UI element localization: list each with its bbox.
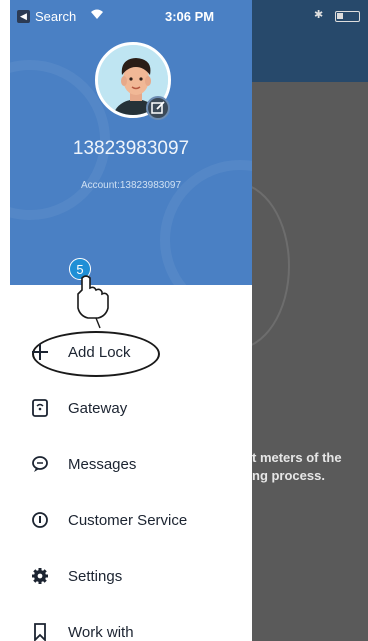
gear-icon xyxy=(30,566,50,586)
chat-bubble-icon xyxy=(30,454,50,474)
back-app-icon[interactable]: ◀ xyxy=(17,10,30,23)
menu-item-customer-service[interactable]: Customer Service xyxy=(30,505,187,535)
menu-item-work-with[interactable]: Work with xyxy=(30,617,134,641)
wifi-icon xyxy=(90,8,104,23)
profile-phone-number: 13823983097 xyxy=(72,138,190,159)
background-instruction-text: t meters of the ng process. xyxy=(252,450,342,483)
edit-icon[interactable] xyxy=(146,96,170,120)
side-drawer: 13823983097 Account:13823983097 5 Add Lo… xyxy=(0,0,252,641)
menu-label-customer-service: Customer Service xyxy=(68,511,188,529)
menu-label-messages: Messages xyxy=(68,455,137,473)
bookmark-icon xyxy=(30,622,50,641)
menu-item-add-lock[interactable]: Add Lock xyxy=(30,337,131,367)
info-icon xyxy=(30,510,50,530)
menu-item-messages[interactable]: Messages xyxy=(30,449,136,479)
profile-account: Account:13823983097 xyxy=(80,180,182,191)
pointing-hand-icon xyxy=(77,275,109,329)
gateway-icon xyxy=(30,398,50,418)
status-bar: ◀ Search 3:06 PM ✱ xyxy=(0,0,368,32)
status-time: 3:06 PM xyxy=(165,9,215,24)
menu-label-work-with: Work with xyxy=(68,623,134,641)
menu-label-settings: Settings xyxy=(68,567,123,585)
menu-item-gateway[interactable]: Gateway xyxy=(30,393,127,423)
drawer-profile-header: 13823983097 Account:13823983097 xyxy=(10,0,252,285)
menu-label-gateway: Gateway xyxy=(68,399,128,417)
status-carrier: Search xyxy=(35,9,77,24)
menu-label-add-lock: Add Lock xyxy=(68,343,131,361)
decor-circle xyxy=(160,160,252,285)
battery-icon xyxy=(335,11,360,22)
plus-icon xyxy=(30,342,50,362)
bluetooth-icon: ✱ xyxy=(314,9,324,21)
menu-item-settings[interactable]: Settings xyxy=(30,561,122,591)
